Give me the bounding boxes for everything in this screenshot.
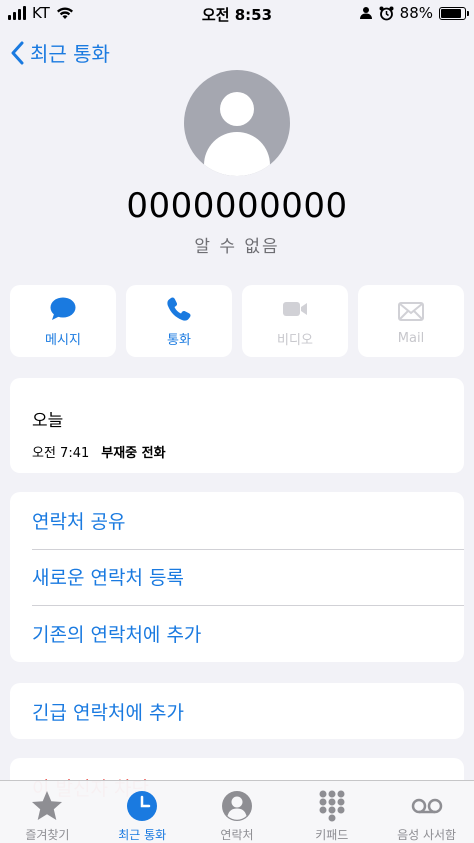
battery-percent: 88% xyxy=(399,4,433,22)
avatar-body xyxy=(204,132,270,176)
call-label: 통화 xyxy=(167,332,191,348)
tab-keypad-label: 키패드 xyxy=(315,828,349,842)
tab-contacts[interactable]: 연락처 xyxy=(190,781,285,843)
tab-recents-label: 최근 통화 xyxy=(118,828,167,842)
video-button[interactable]: 비디오 xyxy=(242,285,348,357)
add-to-existing-contact-button[interactable]: 기존의 연락처에 추가 xyxy=(10,605,464,662)
message-icon xyxy=(50,297,76,320)
status-bar: KT 오전 8:53 88% xyxy=(0,0,474,28)
keypad-icon xyxy=(319,790,345,822)
tab-voicemail-label: 음성 사서함 xyxy=(397,828,457,842)
tab-favorites[interactable]: 즐겨찾기 xyxy=(0,781,95,843)
back-button[interactable]: 최근 통화 xyxy=(10,38,110,67)
back-label: 최근 통화 xyxy=(30,42,110,66)
tab-recents[interactable]: 최근 통화 xyxy=(95,781,190,843)
create-new-contact-button[interactable]: 새로운 연락처 등록 xyxy=(10,548,464,606)
contact-icon xyxy=(221,791,252,821)
status-right: 88% xyxy=(359,4,469,22)
phone-icon xyxy=(167,296,191,321)
tab-voicemail[interactable]: 음성 사서함 xyxy=(379,781,474,843)
message-button[interactable]: 메시지 xyxy=(10,285,116,357)
call-time: 오전 7:41 xyxy=(32,446,90,461)
add-emergency-contact-button[interactable]: 긴급 연락처에 추가 xyxy=(10,683,464,739)
contact-avatar xyxy=(184,70,290,176)
action-row: 메시지 통화 비디오 Mail xyxy=(10,285,464,357)
tab-keypad[interactable]: 키패드 xyxy=(284,781,379,843)
video-label: 비디오 xyxy=(277,332,313,348)
call-button[interactable]: 통화 xyxy=(126,285,232,357)
battery-icon xyxy=(439,6,469,20)
message-label: 메시지 xyxy=(45,332,81,348)
call-history-entry: 오전 7:41 부재중 전화 xyxy=(32,442,166,461)
star-icon xyxy=(32,791,63,820)
call-history-card: 오늘 오전 7:41 부재중 전화 xyxy=(10,378,464,473)
contact-number: 0000000000 xyxy=(126,186,348,226)
avatar-head xyxy=(220,92,254,126)
tab-bar: 즐겨찾기 최근 통화 연락처 키패드 음성 사서함 xyxy=(0,780,474,843)
contact-options-card: 연락처 공유 새로운 연락처 등록 기존의 연락처에 추가 xyxy=(10,492,464,662)
clock-icon xyxy=(127,791,158,821)
chevron-left-icon xyxy=(11,41,24,64)
video-icon xyxy=(283,301,307,316)
alarm-icon xyxy=(379,6,394,20)
battery-level xyxy=(441,8,462,18)
mail-icon xyxy=(398,301,424,321)
share-contact-button[interactable]: 연락처 공유 xyxy=(10,492,464,549)
mail-button[interactable]: Mail xyxy=(358,285,464,357)
tab-favorites-label: 즐겨찾기 xyxy=(25,828,70,842)
call-history-day: 오늘 xyxy=(32,411,64,431)
call-type: 부재중 전화 xyxy=(101,446,166,461)
emergency-card: 긴급 연락처에 추가 xyxy=(10,683,464,739)
mail-label: Mail xyxy=(397,330,425,346)
contact-subtitle: 알 수 없음 xyxy=(194,237,280,257)
lock-rotation-icon xyxy=(359,7,372,19)
voicemail-icon xyxy=(411,798,442,814)
tab-contacts-label: 연락처 xyxy=(220,828,254,842)
